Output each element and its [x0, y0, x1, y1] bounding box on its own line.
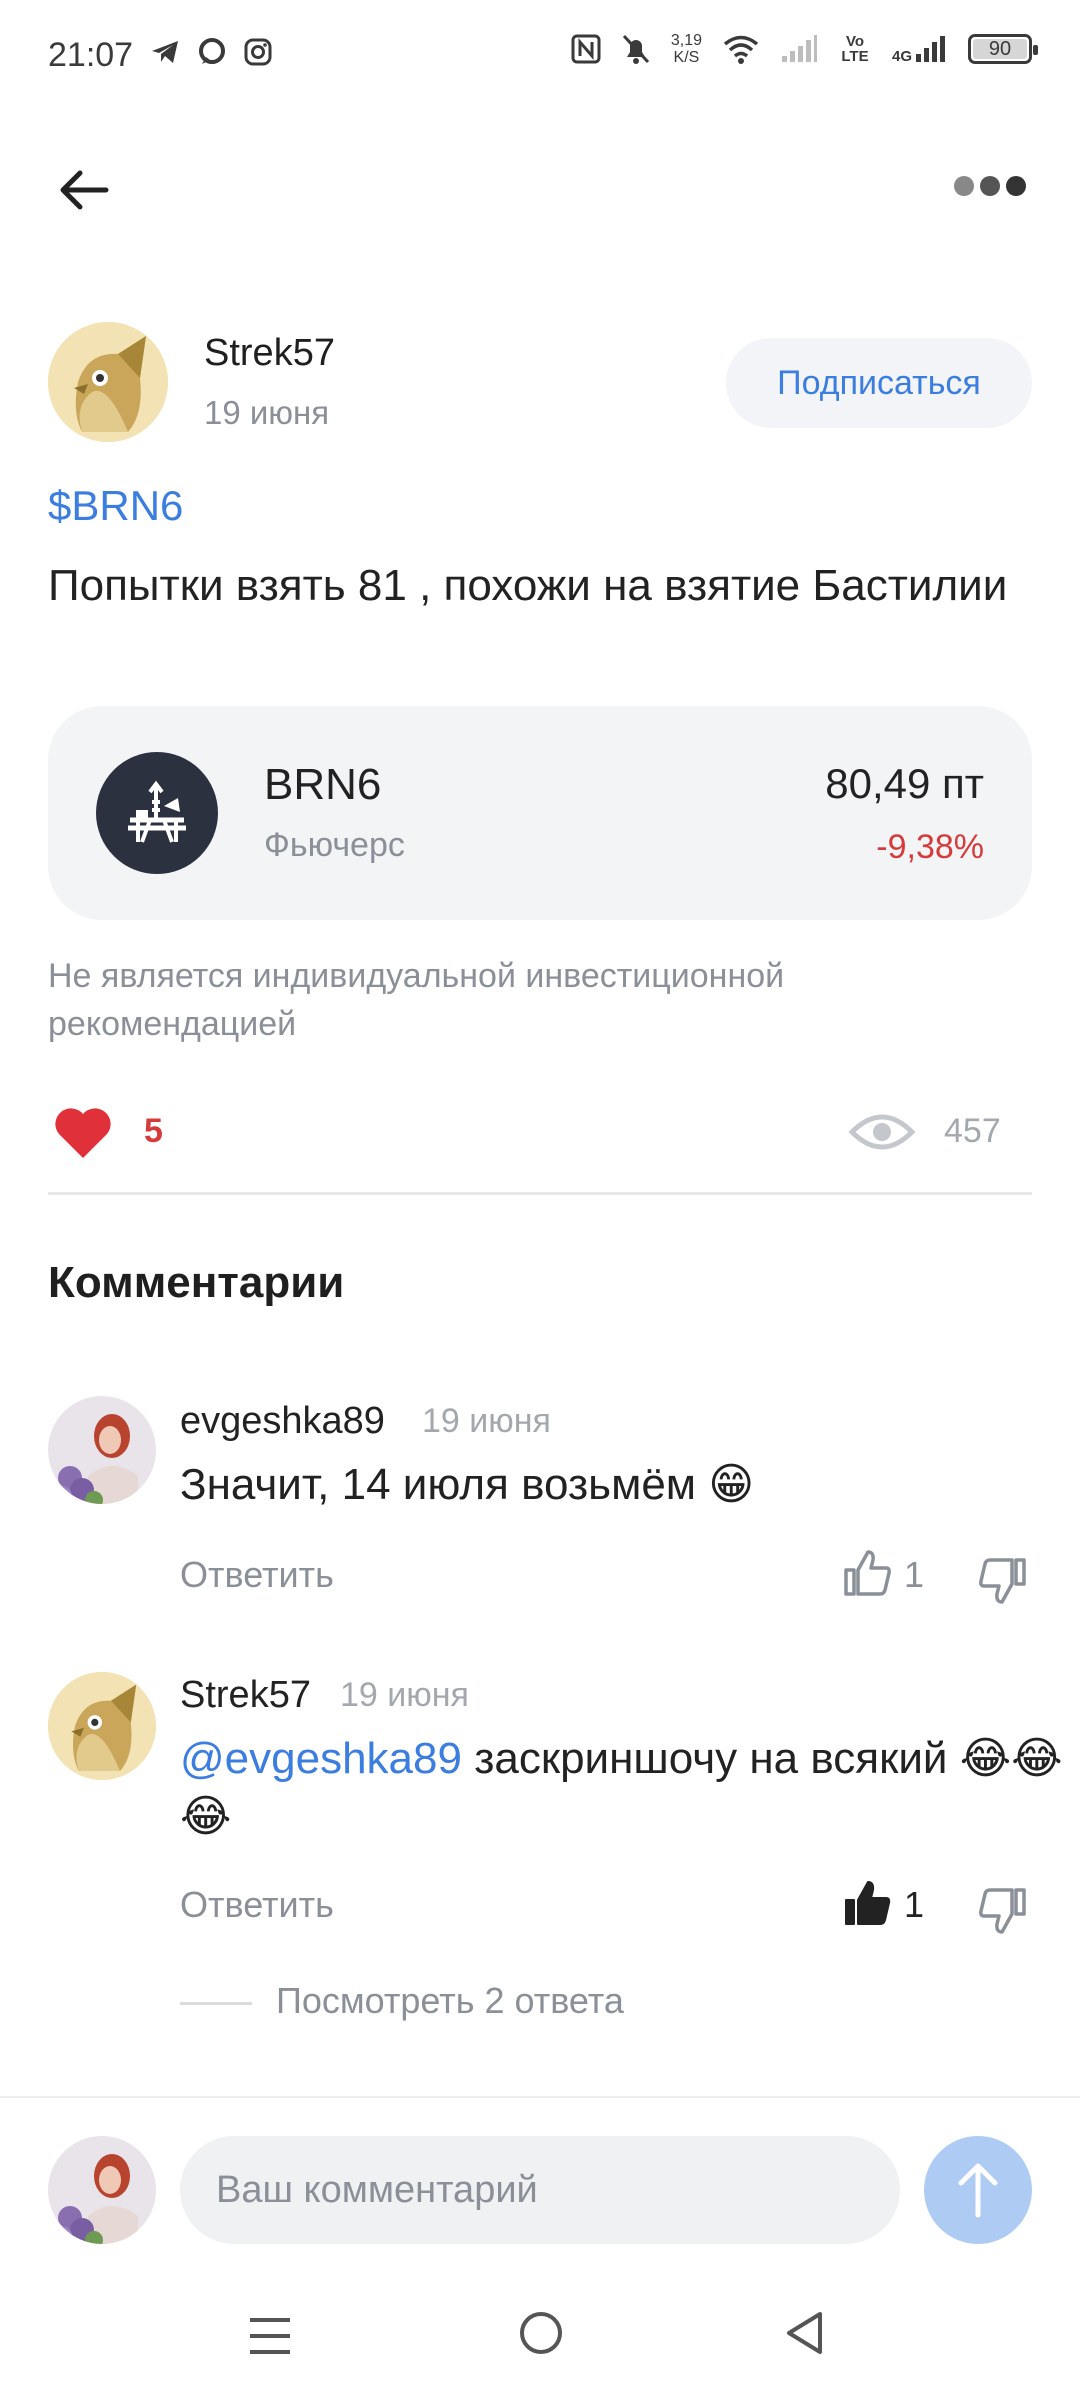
comment-author[interactable]: Strek57 [180, 1674, 311, 1717]
signal-weak-icon [781, 35, 817, 62]
speed-unit: K/S [673, 49, 700, 66]
instagram-icon [244, 38, 272, 66]
status-system-icons: 3,19 K/S Vo LTE 4G 90 [571, 32, 1038, 66]
menu-icon [250, 2318, 290, 2354]
battery-indicator: 90 [968, 34, 1038, 64]
user-photo-avatar [48, 2136, 156, 2244]
heart-icon [55, 1108, 111, 1158]
telegram-icon [152, 41, 178, 63]
chat-icon [199, 38, 225, 64]
comment-date: 19 июня [422, 1402, 551, 1440]
status-notification-icons [150, 38, 272, 66]
nav-back-button[interactable] [784, 2310, 824, 2356]
instrument-card[interactable]: BRN6 Фьючерс 80,49 пт -9,38% [48, 706, 1032, 920]
instrument-change: -9,38% [876, 828, 984, 866]
mobile-signal: 4G [892, 34, 948, 64]
comments-title: Комментарии [48, 1258, 345, 1307]
comment-author[interactable]: evgeshka89 [180, 1400, 385, 1443]
nav-recents-button[interactable] [248, 2316, 292, 2356]
author-avatar[interactable] [48, 322, 168, 442]
volte-label: Vo LTE [841, 33, 869, 65]
oil-platform-icon [96, 752, 218, 874]
wifi-icon [723, 35, 759, 64]
thumbs-down-button[interactable] [978, 1556, 1028, 1606]
more-dot-icon [1006, 176, 1026, 196]
thumbs-up-button[interactable] [842, 1878, 892, 1928]
user-photo-avatar [48, 1396, 156, 1504]
section-divider [48, 1192, 1032, 1195]
comment-input[interactable] [180, 2136, 900, 2244]
more-options-button[interactable] [954, 176, 1026, 196]
instrument-type: Фьючерс [264, 826, 405, 864]
status-time: 21:07 [48, 36, 134, 74]
like-count: 5 [144, 1112, 163, 1150]
commenter-avatar[interactable] [48, 1672, 156, 1780]
send-button[interactable] [924, 2136, 1032, 2244]
disclaimer: Не является индивидуальной инвестиционно… [48, 957, 785, 1043]
network-speed: 3,19 K/S [671, 32, 702, 66]
battery-level: 90 [988, 37, 1012, 60]
arrow-left-icon [60, 170, 109, 210]
subscribe-button[interactable]: Подписаться [726, 338, 1032, 428]
more-dot-icon [980, 176, 1000, 196]
post-date: 19 июня [204, 394, 330, 431]
owl-avatar-icon [48, 322, 168, 442]
thumbs-down-icon [979, 1558, 1026, 1604]
network-type: 4G [891, 48, 912, 65]
nfc-icon [571, 34, 601, 64]
eye-icon [848, 1108, 916, 1156]
thumbs-down-icon [979, 1888, 1026, 1934]
post-text: Попытки взять 81 , похожи на взятие Баст… [48, 561, 1008, 610]
mute-bell-icon [622, 34, 649, 64]
signal-strong-icon [916, 36, 945, 62]
back-button[interactable] [54, 160, 114, 220]
view-replies-button[interactable]: Посмотреть 2 ответа [276, 1980, 624, 2022]
nav-home-button[interactable] [520, 2312, 562, 2354]
upvote-count: 1 [904, 1884, 925, 1925]
ticker-tag-link[interactable]: $BRN6 [48, 482, 183, 530]
views-count: 457 [944, 1112, 1001, 1150]
more-dot-icon [954, 176, 974, 196]
arrow-up-icon [958, 2163, 998, 2218]
composer-divider [0, 2096, 1080, 2098]
triangle-back-icon [787, 2312, 822, 2354]
mention-link[interactable]: @evgeshka89 [180, 1734, 462, 1783]
thumbs-up-filled-icon [845, 1881, 891, 1925]
commenter-avatar[interactable] [48, 1396, 156, 1504]
instrument-name: BRN6 [264, 760, 382, 809]
reply-button[interactable]: Ответить [180, 1884, 334, 1926]
thumbs-up-icon [844, 1550, 891, 1596]
current-user-avatar [48, 2136, 156, 2244]
upvote-count: 1 [904, 1554, 925, 1595]
status-bar: 21:07 3,19 K/S Vo LTE 4G 90 [0, 0, 1080, 110]
comment-text: Значит, 14 июля возьмём 😁 [180, 1460, 755, 1509]
instrument-price: 80,49 пт [825, 760, 984, 807]
replies-line [180, 2002, 252, 2005]
comment-text: @evgeshka89 заскриншочу на всякий 😂😂😂 [180, 1730, 1080, 1846]
thumbs-down-button[interactable] [978, 1886, 1028, 1936]
comment-date: 19 июня [340, 1676, 469, 1714]
thumbs-up-button[interactable] [842, 1548, 892, 1598]
speed-value: 3,19 [670, 32, 702, 49]
author-name[interactable]: Strek57 [204, 332, 335, 375]
reply-button[interactable]: Ответить [180, 1554, 334, 1596]
like-button[interactable] [52, 1104, 114, 1160]
owl-avatar-icon [48, 1672, 156, 1780]
